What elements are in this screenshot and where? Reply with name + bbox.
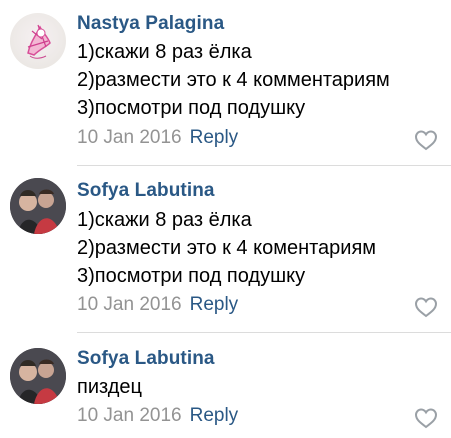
heart-outline-icon[interactable] bbox=[414, 129, 438, 151]
comment-date: 10 Jan 2016 bbox=[77, 294, 182, 315]
comment-line: 3)посмотри под подушку bbox=[77, 265, 306, 287]
heart-outline-icon[interactable] bbox=[414, 407, 438, 429]
comment-line: 2)размести это к 4 коментариям bbox=[77, 237, 377, 259]
comment-author[interactable]: Nastya Palagina bbox=[77, 13, 224, 35]
comment-item: Sofya Labutina пиздец 10 Jan 2016 Reply bbox=[0, 333, 451, 438]
group-photo-avatar-icon bbox=[10, 348, 66, 404]
comment-line: 1)скажи 8 раз ёлка bbox=[77, 41, 252, 63]
comment-line: 3)посмотри под подушку bbox=[77, 97, 306, 119]
avatar[interactable] bbox=[10, 178, 66, 234]
comment-item: Sofya Labutina 1)скажи 8 раз ёлка 2)разм… bbox=[0, 166, 451, 332]
avatar[interactable] bbox=[10, 13, 66, 69]
comment-meta: 10 Jan 2016 Reply bbox=[77, 405, 238, 427]
comment-meta: 10 Jan 2016 Reply bbox=[77, 294, 238, 316]
comment-date: 10 Jan 2016 bbox=[77, 127, 182, 148]
reply-button[interactable]: Reply bbox=[190, 294, 239, 315]
comment-line: 1)скажи 8 раз ёлка bbox=[77, 209, 252, 231]
comment-author[interactable]: Sofya Labutina bbox=[77, 348, 215, 370]
comment-meta: 10 Jan 2016 Reply bbox=[77, 127, 238, 149]
group-photo-avatar-icon bbox=[10, 178, 66, 234]
heart-outline-icon[interactable] bbox=[414, 296, 438, 318]
comment-line: пиздец bbox=[77, 376, 142, 398]
pink-sketch-avatar-icon bbox=[27, 24, 51, 59]
reply-button[interactable]: Reply bbox=[190, 405, 239, 426]
avatar[interactable] bbox=[10, 348, 66, 404]
comment-author[interactable]: Sofya Labutina bbox=[77, 180, 215, 202]
comment-item: Nastya Palagina 1)скажи 8 раз ёлка 2)раз… bbox=[0, 0, 451, 166]
comment-line: 2)размести это к 4 комментариям bbox=[77, 69, 390, 91]
reply-button[interactable]: Reply bbox=[190, 127, 239, 148]
comment-date: 10 Jan 2016 bbox=[77, 405, 182, 426]
